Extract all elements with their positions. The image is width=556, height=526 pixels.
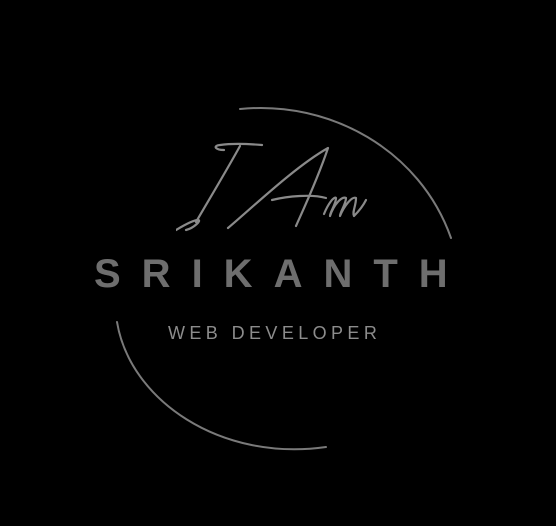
brand-name: SRIKANTH: [94, 252, 469, 296]
brand-role: WEB DEVELOPER: [168, 323, 382, 343]
script-i-am-signature: [176, 142, 368, 232]
logo-canvas: SRIKANTH WEB DEVELOPER: [0, 0, 556, 526]
